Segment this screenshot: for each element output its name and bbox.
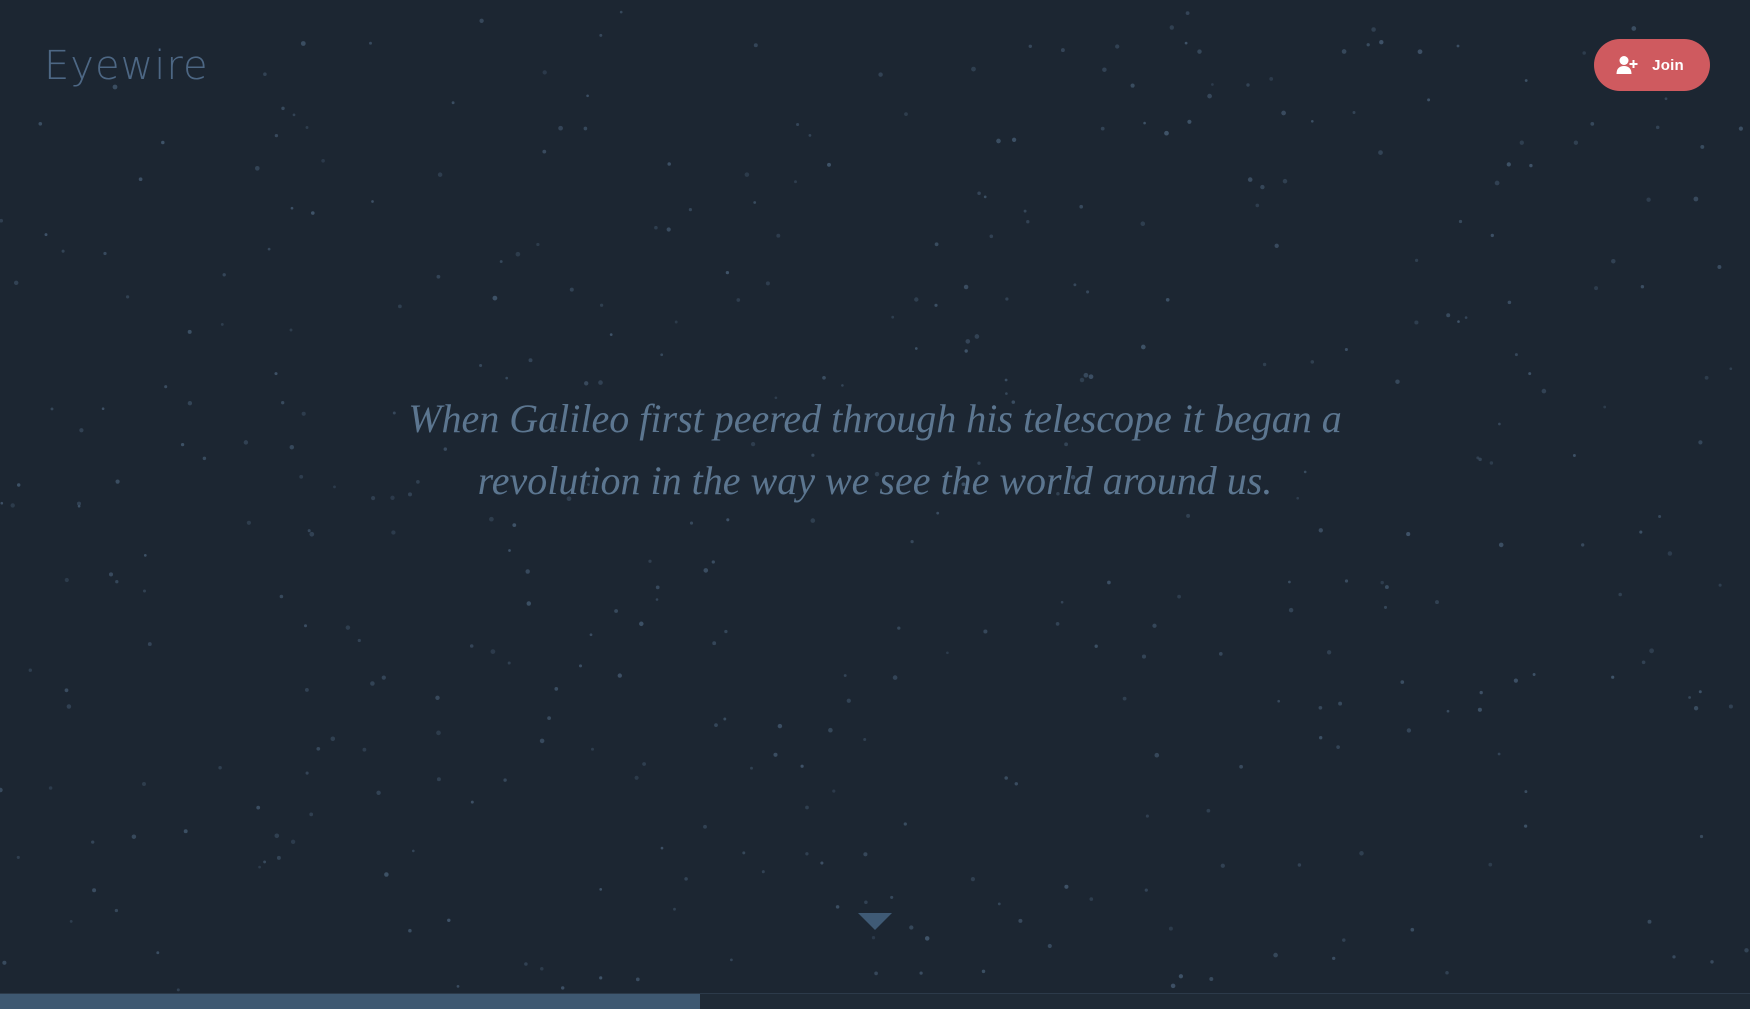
hero-quote-line-2: revolution in the way we see the world a… xyxy=(477,458,1273,503)
join-button[interactable]: Join xyxy=(1594,39,1710,91)
eyewire-logo[interactable]: Eyewire xyxy=(44,40,209,92)
progress-bar xyxy=(0,993,1750,1009)
hero-quote-line-1: When Galileo first peered through his te… xyxy=(408,396,1342,441)
user-plus-icon xyxy=(1616,55,1638,75)
scroll-down-button[interactable] xyxy=(858,913,892,931)
join-button-label: Join xyxy=(1652,56,1684,74)
caret-down-icon xyxy=(858,913,892,930)
progress-bar-fill xyxy=(0,994,700,1009)
hero-quote: When Galileo first peered through his te… xyxy=(375,388,1375,512)
